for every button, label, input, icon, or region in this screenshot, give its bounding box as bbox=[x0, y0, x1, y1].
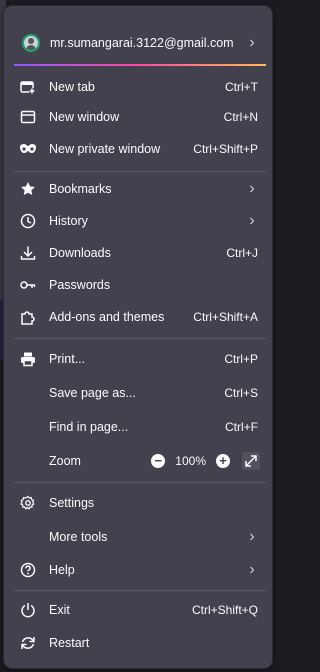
menu-item-label: New tab bbox=[49, 80, 95, 94]
menu-item-bookmarks[interactable]: Bookmarks › bbox=[12, 174, 264, 204]
menu-item-label: Bookmarks bbox=[49, 182, 112, 196]
account-accent-line bbox=[14, 64, 266, 66]
zoom-in-button[interactable]: + bbox=[216, 454, 230, 468]
key-icon bbox=[18, 275, 38, 295]
shortcut-label: Ctrl+S bbox=[224, 386, 258, 400]
menu-item-restart[interactable]: Restart bbox=[12, 628, 264, 658]
shortcut-label: Ctrl+Shift+A bbox=[193, 310, 258, 324]
menu-item-label: Zoom bbox=[49, 454, 81, 468]
account-avatar-icon bbox=[22, 34, 40, 52]
star-icon bbox=[18, 179, 38, 199]
menu-separator bbox=[14, 171, 266, 172]
menu-item-save-page[interactable]: Save page as... Ctrl+S bbox=[12, 378, 264, 408]
menu-item-help[interactable]: Help › bbox=[12, 555, 264, 585]
shortcut-label: Ctrl+P bbox=[224, 352, 258, 366]
menu-item-label: Help bbox=[49, 563, 75, 577]
zoom-out-button[interactable]: − bbox=[151, 454, 166, 468]
menu-item-label: Add-ons and themes bbox=[49, 310, 165, 324]
chevron-right-icon: › bbox=[249, 212, 255, 229]
shortcut-label: Ctrl+Shift+Q bbox=[191, 603, 258, 617]
menu-item-new-tab[interactable]: New tab Ctrl+T bbox=[12, 72, 264, 102]
menu-item-passwords[interactable]: Passwords bbox=[12, 270, 264, 300]
menu-item-label: Settings bbox=[49, 496, 95, 510]
menu-item-label: New window bbox=[49, 110, 120, 124]
menu-item-label: More tools bbox=[49, 530, 108, 544]
puzzle-icon bbox=[18, 307, 38, 327]
private-mask-icon bbox=[18, 139, 38, 159]
restart-icon bbox=[18, 633, 38, 653]
menu-item-label: Print... bbox=[49, 352, 86, 366]
gear-icon bbox=[18, 493, 38, 513]
chevron-right-icon: › bbox=[249, 528, 255, 545]
shortcut-label: Ctrl+Shift+P bbox=[193, 142, 258, 156]
help-icon bbox=[18, 560, 38, 580]
menu-item-label: Passwords bbox=[49, 278, 111, 292]
menu-item-label: Save page as... bbox=[49, 386, 136, 400]
shortcut-label: Ctrl+N bbox=[223, 110, 258, 124]
menu-item-label: Restart bbox=[49, 636, 90, 650]
menu-item-label: Downloads bbox=[49, 246, 111, 260]
new-tab-icon bbox=[18, 77, 38, 97]
power-icon bbox=[18, 600, 38, 620]
chevron-right-icon: › bbox=[249, 180, 255, 197]
menu-item-history[interactable]: History › bbox=[12, 206, 264, 236]
menu-item-downloads[interactable]: Downloads Ctrl+J bbox=[12, 238, 264, 268]
menu-item-new-private-window[interactable]: New private window Ctrl+Shift+P bbox=[12, 134, 264, 164]
printer-icon bbox=[18, 349, 38, 369]
zoom-controls: − 100% + bbox=[151, 452, 260, 470]
app-menu-panel: mr.sumangarai.3122@gmail.com › New tab C… bbox=[4, 6, 272, 668]
account-button[interactable]: mr.sumangarai.3122@gmail.com › bbox=[12, 22, 264, 64]
menu-item-label: New private window bbox=[49, 142, 161, 156]
shortcut-label: Ctrl+F bbox=[225, 420, 258, 434]
chevron-right-icon: › bbox=[249, 561, 255, 578]
menu-item-label: Exit bbox=[49, 603, 70, 617]
menu-separator bbox=[14, 482, 266, 483]
menu-item-find-in-page[interactable]: Find in page... Ctrl+F bbox=[12, 412, 264, 442]
chevron-right-icon: › bbox=[249, 34, 255, 51]
menu-item-label: Find in page... bbox=[49, 420, 129, 434]
download-icon bbox=[18, 243, 38, 263]
clock-icon bbox=[18, 211, 38, 231]
account-email: mr.sumangarai.3122@gmail.com bbox=[50, 36, 234, 50]
fullscreen-button[interactable] bbox=[242, 452, 260, 470]
menu-separator bbox=[14, 590, 266, 591]
fullscreen-icon bbox=[245, 455, 257, 467]
menu-item-exit[interactable]: Exit Ctrl+Shift+Q bbox=[12, 595, 264, 625]
window-icon bbox=[18, 107, 38, 127]
menu-item-settings[interactable]: Settings bbox=[12, 488, 264, 518]
menu-separator bbox=[14, 338, 266, 339]
menu-item-label: History bbox=[49, 214, 88, 228]
shortcut-label: Ctrl+J bbox=[226, 246, 258, 260]
menu-item-more-tools[interactable]: More tools › bbox=[12, 522, 264, 552]
menu-item-new-window[interactable]: New window Ctrl+N bbox=[12, 102, 264, 132]
menu-item-print[interactable]: Print... Ctrl+P bbox=[12, 344, 264, 374]
shortcut-label: Ctrl+T bbox=[225, 80, 258, 94]
menu-item-zoom: Zoom − 100% + bbox=[12, 446, 264, 476]
zoom-reset-button[interactable]: 100% bbox=[175, 454, 206, 468]
menu-item-addons[interactable]: Add-ons and themes Ctrl+Shift+A bbox=[12, 302, 264, 332]
